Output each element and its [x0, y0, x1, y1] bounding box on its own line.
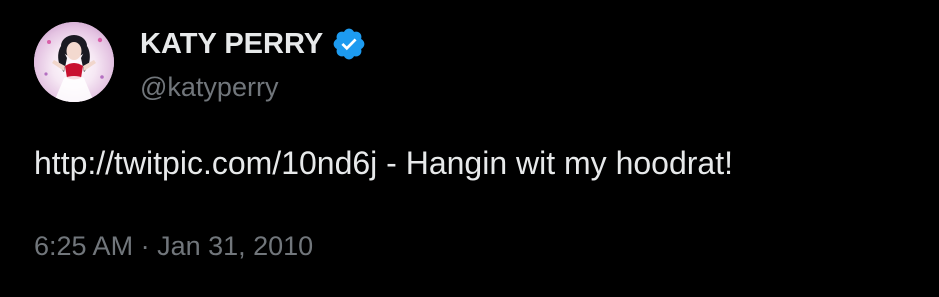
tweet-link[interactable]: http://twitpic.com/10nd6j — [34, 145, 377, 181]
tweet-author: KATY PERRY @katyperry — [140, 26, 367, 103]
avatar-image — [34, 22, 114, 102]
tweet-body-text: - Hangin wit my hoodrat! — [377, 145, 733, 181]
meta-separator: · — [133, 231, 158, 261]
profile-avatar[interactable] — [34, 22, 114, 102]
tweet-card: KATY PERRY @katyperry http://twitpic.com… — [0, 0, 939, 297]
tweet-meta: 6:25 AM · Jan 31, 2010 — [34, 231, 313, 262]
tweet-date[interactable]: Jan 31, 2010 — [157, 231, 313, 261]
tweet-text: http://twitpic.com/10nd6j - Hangin wit m… — [34, 145, 733, 182]
author-handle[interactable]: @katyperry — [140, 72, 367, 103]
tweet-time[interactable]: 6:25 AM — [34, 231, 133, 261]
verified-badge-icon[interactable] — [331, 26, 367, 62]
author-name-row: KATY PERRY — [140, 26, 367, 62]
author-display-name[interactable]: KATY PERRY — [140, 28, 323, 61]
